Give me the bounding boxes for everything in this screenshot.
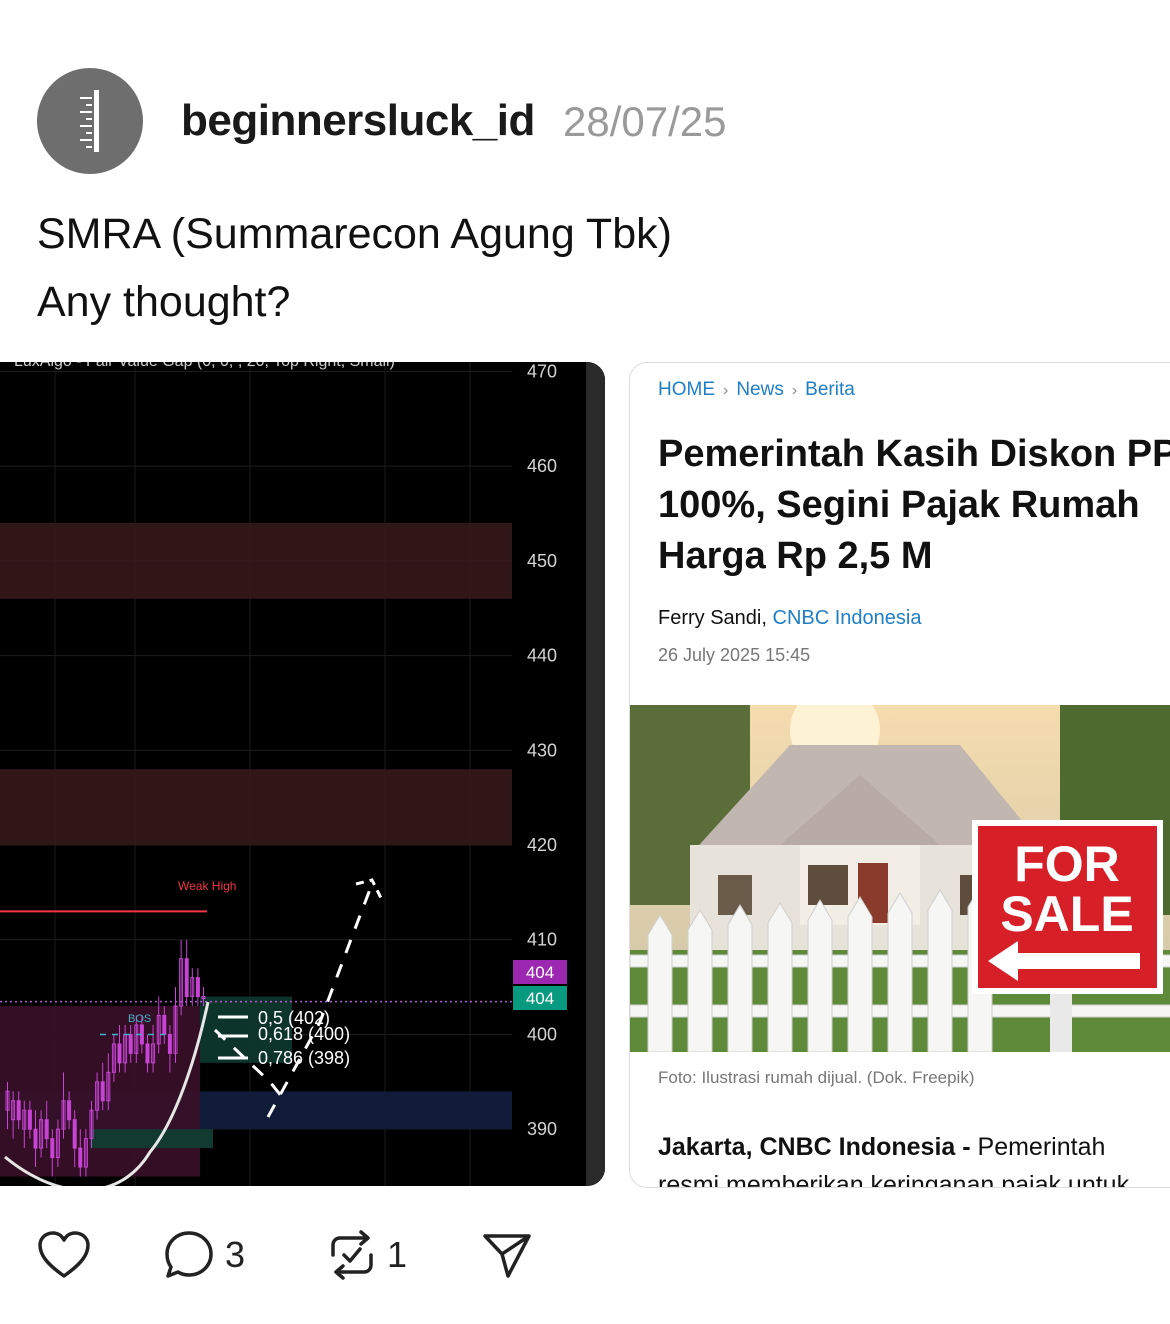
price-badge-label: 404 [526,963,554,982]
y-tick-label: 460 [527,456,557,476]
weak-high-label: Weak High [178,879,236,893]
indicator-label: LuxAlgo - Fair Value Gap (0, 0, , 20, To… [14,362,395,370]
lead-dateline: Jakarta, CNBC Indonesia - [658,1133,978,1161]
fib-level: 0,618 (400) [258,1024,350,1044]
candle [50,1138,55,1159]
heart-icon [38,1231,90,1278]
article-preview[interactable]: HOME › News › Berita Pemerintah Kasih Diskon… [629,362,1170,1188]
article-byline: Ferry Sandi, CNBC Indonesia [658,607,921,630]
discount-zone [90,1129,213,1149]
house-photo: FOR SALE [630,705,1170,1052]
y-tick-label: 430 [527,740,557,760]
candle [128,1033,133,1054]
candle [145,1043,150,1064]
repost-icon [331,1230,373,1280]
ruler-icon [80,90,99,152]
candle [67,1100,72,1121]
repost-count: 1 [387,1234,408,1275]
candle [184,958,189,998]
share-icon [483,1234,531,1278]
reply-count: 3 [225,1234,246,1275]
candle [27,1109,32,1130]
y-tick-label: 440 [527,646,557,666]
publish-date: 26 July 2025 15:45 [658,645,811,665]
post-text-line: SMRA (Summarecon Agung Tbk) [37,210,672,258]
price-chart: LuxAlgo - Fair Value Gap (0, 0, , 20, To… [0,362,605,1186]
headline-line: Harga Rp 2,5 M [658,535,933,577]
breadcrumb-home[interactable]: HOME [658,379,715,400]
chart-image[interactable]: LuxAlgo - Fair Value Gap (0, 0, , 20, To… [0,362,605,1186]
price-badge-label: 404 [526,989,554,1008]
candle [16,1100,21,1121]
sign-text: SALE [1000,886,1133,942]
like-button[interactable] [37,1222,91,1288]
article-lead-line: resmi memberikan keringanan pajak untuk [658,1171,1130,1188]
chevron-right-icon: › [723,382,729,399]
candle [72,1119,77,1149]
lead-text: Pemerintah [977,1133,1106,1161]
post-date: 28/07/25 [563,98,727,145]
outlet-link[interactable]: CNBC Indonesia [773,607,922,629]
sign-text: FOR [1014,836,1120,892]
reply-button[interactable]: 3 [163,1222,245,1288]
headline-line: Pemerintah Kasih Diskon PPN [658,433,1170,475]
image-caption: Foto: Ilustrasi rumah dijual. (Dok. Free… [658,1068,975,1087]
y-tick-label: 450 [527,551,557,571]
article-headline: Pemerintah Kasih Diskon PPN 100%, Segini… [658,429,1170,582]
fvg-zone [0,523,512,599]
candle [100,1081,105,1102]
article-lead: Jakarta, CNBC Indonesia - Pemerintah [658,1133,1105,1162]
breadcrumb: HOME › News › Berita [658,379,855,401]
candle [195,977,200,998]
headline-line: 100%, Segini Pajak Rumah [658,484,1140,526]
candle [167,1033,172,1054]
y-tick-label: 400 [527,1024,557,1044]
chevron-right-icon: › [791,382,798,399]
y-tick-label: 410 [527,930,557,950]
chart-scrollbar[interactable] [586,362,605,1186]
share-button[interactable] [482,1222,532,1288]
post-text-line: Any thought? [37,278,291,326]
y-tick-label: 470 [527,362,557,381]
breadcrumb-news[interactable]: News [736,379,784,400]
candle [162,1015,167,1035]
repost-button[interactable]: 1 [327,1222,407,1288]
candle [44,1119,49,1140]
breadcrumb-berita[interactable]: Berita [805,379,855,400]
candle [117,1043,122,1064]
avatar[interactable] [37,68,143,174]
y-tick-label: 390 [527,1119,557,1139]
candle [33,1128,38,1149]
author-name: Ferry Sandi, [658,607,767,629]
bos-label: BOS [128,1013,151,1025]
candle [78,1147,83,1168]
username[interactable]: beginnersluck_id [181,96,535,146]
fvg-zone [0,769,512,846]
fib-level: 0,786 (398) [258,1048,350,1068]
y-tick-label: 420 [527,835,557,855]
post-action-bar: 3 1 [0,1222,1170,1292]
comment-icon [165,1231,213,1278]
